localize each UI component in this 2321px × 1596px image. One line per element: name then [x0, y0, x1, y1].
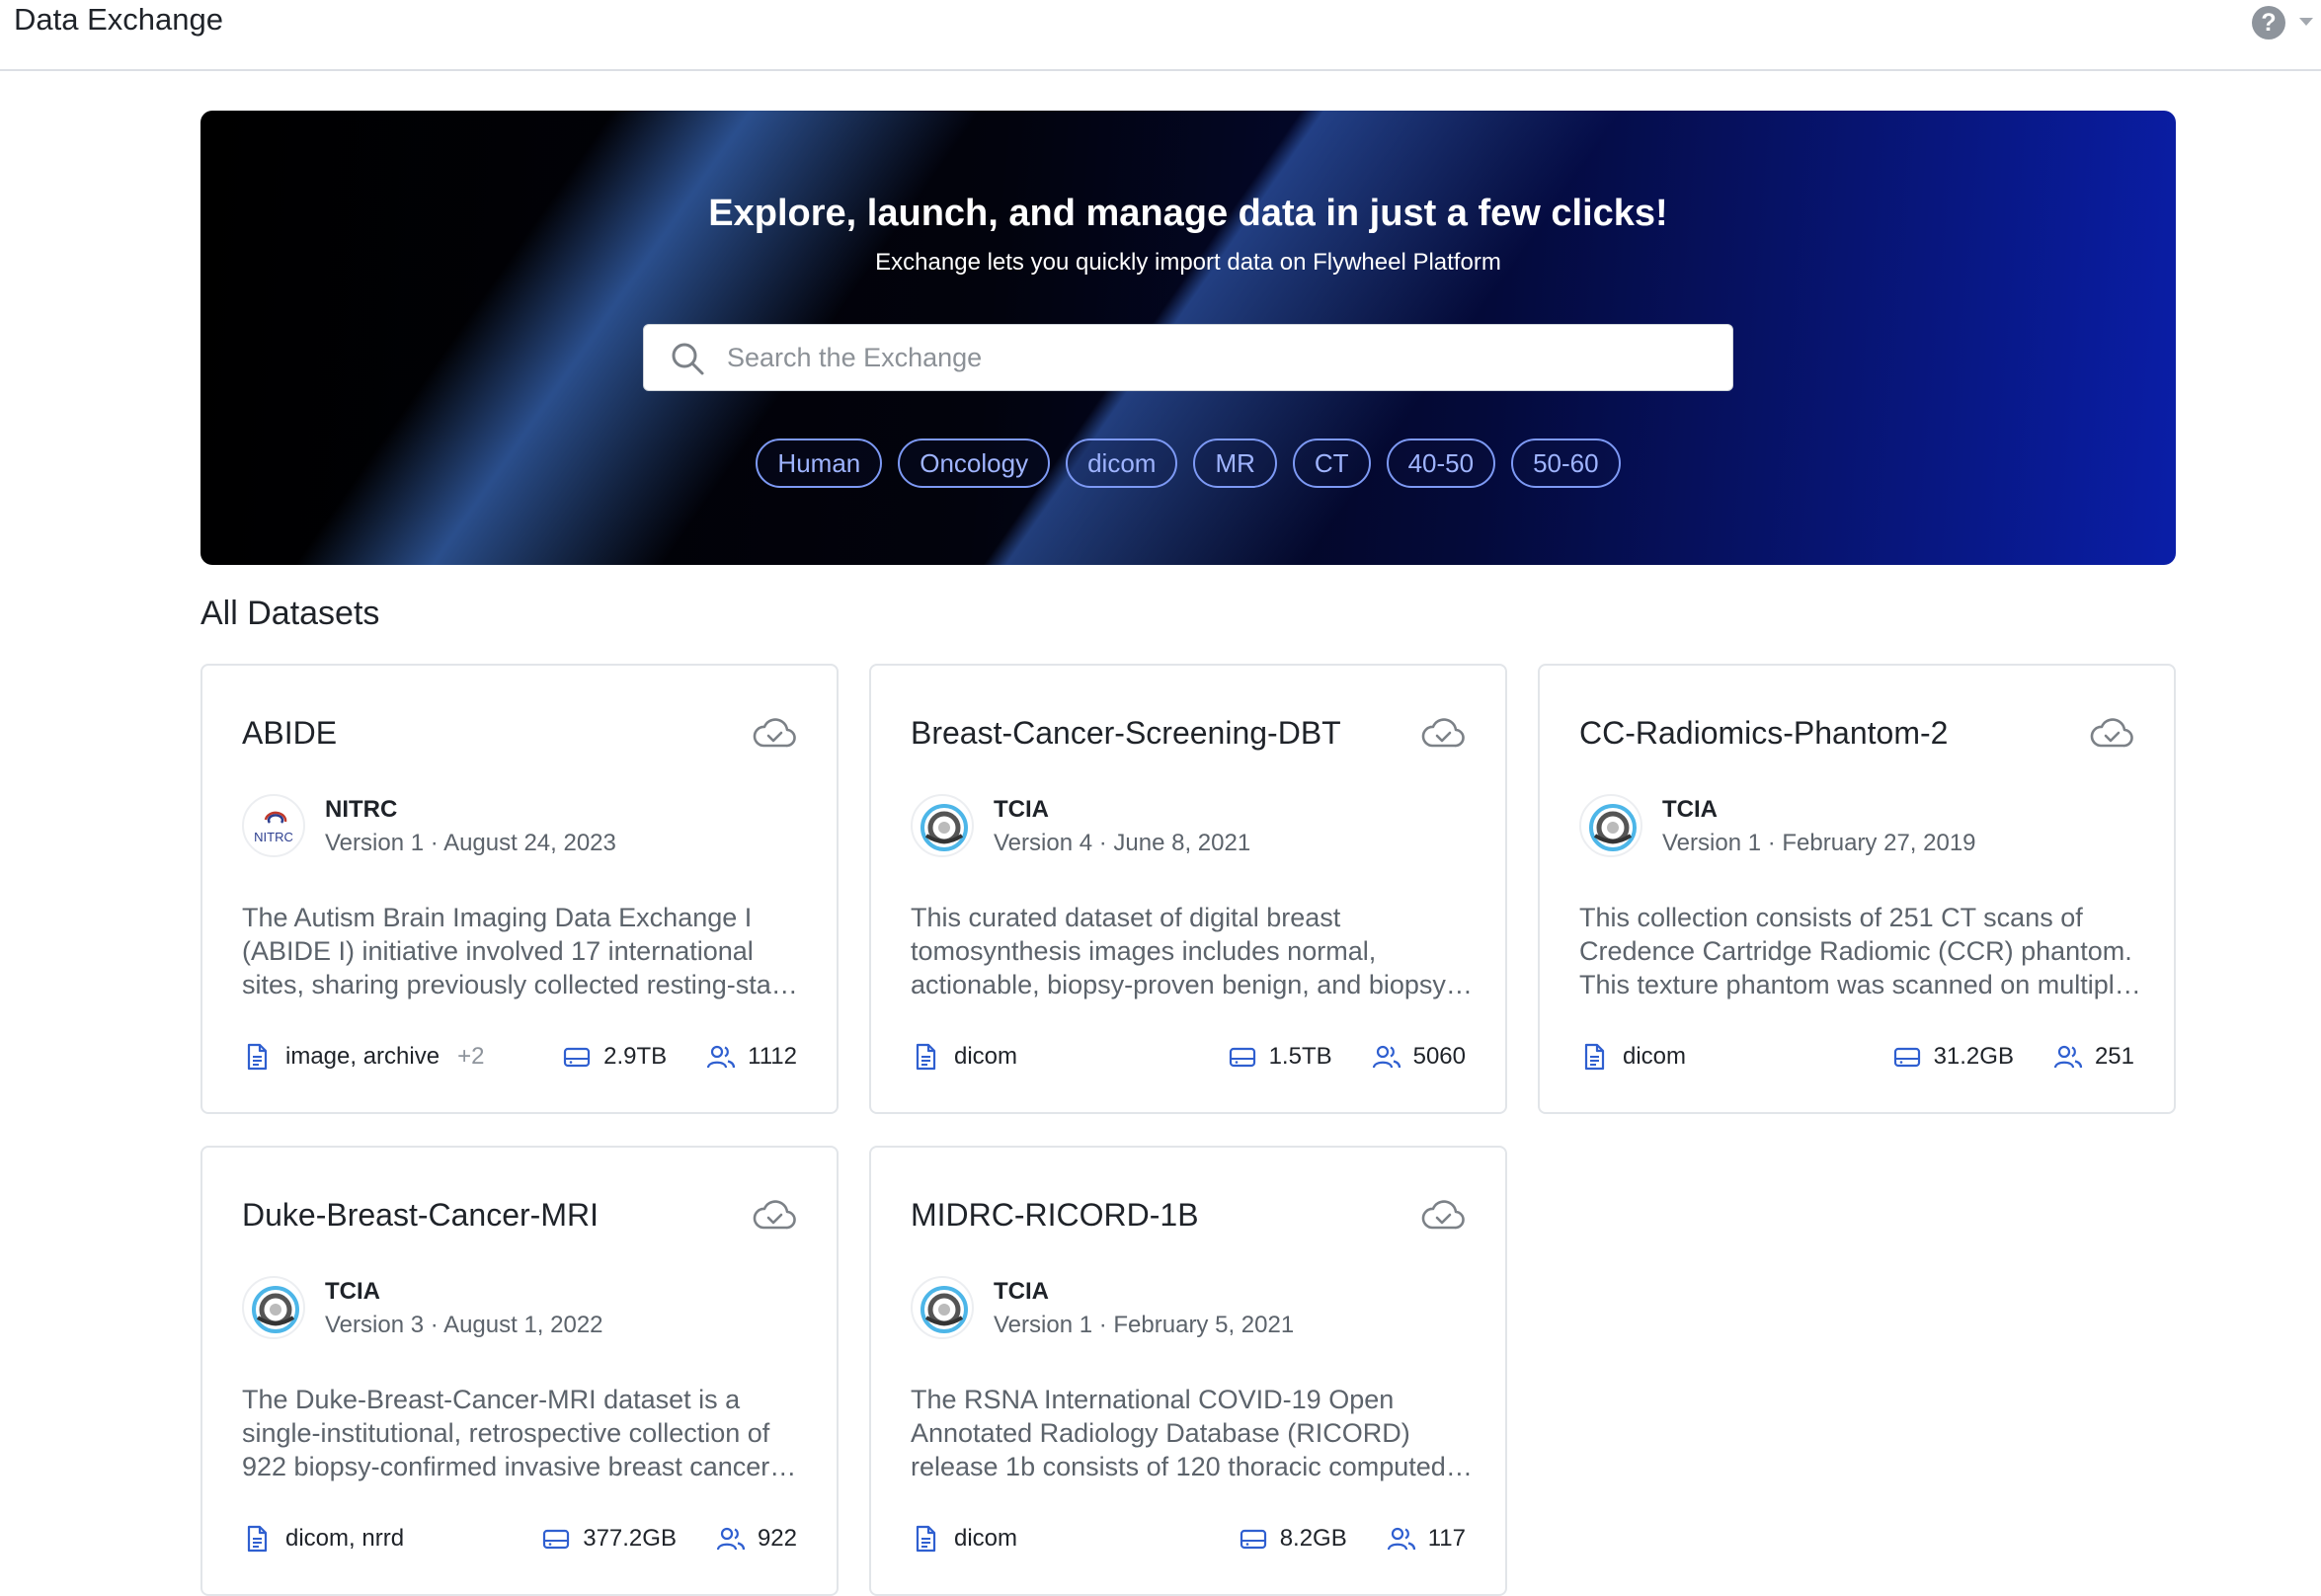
dataset-card[interactable]: Duke-Breast-Cancer-MRI TCIA Version 3 · … [200, 1146, 839, 1596]
source-name: TCIA [1662, 796, 1718, 823]
source-logo [911, 1276, 974, 1339]
dataset-title: MIDRC-RICORD-1B [911, 1197, 1199, 1233]
version-date: Version 1 · August 24, 2023 [325, 830, 616, 856]
subject-count: 922 [757, 1525, 797, 1552]
tag-dicom[interactable]: dicom [1066, 439, 1178, 488]
more-types: +2 [457, 1043, 485, 1070]
subject-count: 117 [1427, 1525, 1466, 1552]
dataset-footer: dicom 8.2GB 117 [911, 1521, 1466, 1556]
tag-list: Human Oncology dicom MR CT 40-50 50-60 [200, 439, 2176, 488]
version-date: Version 1 · February 27, 2019 [1662, 830, 1976, 856]
subject-count: 251 [2094, 1043, 2134, 1070]
search-box[interactable] [643, 324, 1733, 391]
tag-mr[interactable]: MR [1193, 439, 1277, 488]
tag-40-50[interactable]: 40-50 [1386, 439, 1496, 488]
source-logo: NITRC [242, 794, 305, 857]
cloud-check-icon[interactable] [2089, 715, 2134, 751]
users-icon [1387, 1527, 1415, 1551]
hero-title: Explore, launch, and manage data in just… [708, 193, 1668, 234]
tag-human[interactable]: Human [756, 439, 883, 488]
tag-50-60[interactable]: 50-60 [1511, 439, 1621, 488]
logo-text: NITRC [254, 830, 293, 844]
dataset-description: The Autism Brain Imaging Data Exchange I… [242, 903, 794, 999]
dataset-size: 31.2GB [1933, 1043, 2014, 1070]
dataset-card[interactable]: CC-Radiomics-Phantom-2 TCIA Version 1 · … [1538, 664, 2176, 1114]
source-logo [1579, 794, 1642, 857]
dataset-card[interactable]: Breast-Cancer-Screening-DBT TCIA Version… [869, 664, 1507, 1114]
dataset-footer: dicom 1.5TB 5060 [911, 1039, 1466, 1075]
tag-ct[interactable]: CT [1292, 439, 1371, 488]
users-icon [2053, 1045, 2083, 1069]
dataset-title: Duke-Breast-Cancer-MRI [242, 1197, 599, 1233]
cloud-check-icon[interactable] [1420, 715, 1466, 751]
version-date: Version 1 · February 5, 2021 [994, 1312, 1295, 1338]
dataset-title: ABIDE [242, 715, 338, 751]
search-input[interactable] [727, 335, 1695, 380]
source-logo [242, 1276, 305, 1339]
file-types: dicom [954, 1525, 1018, 1552]
file-types: dicom, nrrd [285, 1525, 405, 1552]
source-name: NITRC [325, 796, 398, 823]
version-date: Version 4 · June 8, 2021 [994, 830, 1251, 856]
source-name: TCIA [994, 1278, 1049, 1305]
dataset-size: 2.9TB [603, 1043, 668, 1070]
dataset-size: 377.2GB [583, 1525, 677, 1552]
hero-banner: Explore, launch, and manage data in just… [200, 111, 2176, 565]
storage-icon [1229, 1047, 1255, 1068]
storage-icon [543, 1529, 570, 1550]
file-icon [247, 1043, 268, 1071]
dataset-title: CC-Radiomics-Phantom-2 [1579, 715, 1949, 751]
version-date: Version 3 · August 1, 2022 [325, 1312, 603, 1338]
users-icon [1372, 1045, 1401, 1069]
storage-icon [1893, 1047, 1920, 1068]
subject-count: 1112 [748, 1043, 797, 1070]
dataset-title: Breast-Cancer-Screening-DBT [911, 715, 1341, 751]
file-icon [247, 1525, 268, 1553]
section-title: All Datasets [200, 595, 380, 632]
search-icon [672, 343, 704, 375]
top-bar: Data Exchange ? [0, 0, 2321, 71]
cloud-check-icon[interactable] [752, 715, 797, 751]
source-name: TCIA [325, 1278, 380, 1305]
file-icon [916, 1525, 936, 1553]
tag-oncology[interactable]: Oncology [898, 439, 1051, 488]
source-name: TCIA [994, 796, 1049, 823]
dataset-description: The RSNA International COVID-19 Open Ann… [911, 1385, 1446, 1481]
dataset-size: 1.5TB [1268, 1043, 1332, 1070]
users-icon [707, 1045, 736, 1069]
dataset-description: This collection consists of 251 CT scans… [1579, 903, 2132, 999]
hero-subtitle: Exchange lets you quickly import data on… [875, 249, 1501, 276]
cloud-check-icon[interactable] [752, 1197, 797, 1233]
file-types: image, archive [285, 1043, 440, 1070]
subject-count: 5060 [1412, 1043, 1466, 1070]
chevron-down-icon[interactable] [2299, 18, 2313, 26]
file-icon [916, 1043, 936, 1071]
app-title: Data Exchange [14, 2, 223, 37]
dataset-footer: dicom 31.2GB 251 [1579, 1039, 2134, 1075]
help-icon[interactable]: ? [2252, 6, 2285, 40]
users-icon [716, 1527, 746, 1551]
cloud-check-icon[interactable] [1420, 1197, 1466, 1233]
dataset-size: 8.2GB [1279, 1525, 1347, 1552]
storage-icon [1240, 1529, 1266, 1550]
storage-icon [564, 1047, 591, 1068]
dataset-card[interactable]: ABIDE NITRC NITRC Version 1 · August 24,… [200, 664, 839, 1114]
source-logo [911, 794, 974, 857]
dataset-description: The Duke-Breast-Cancer-MRI dataset is a … [242, 1385, 770, 1481]
dataset-footer: image, archive +2 2.9TB 1112 [242, 1039, 797, 1075]
dataset-card[interactable]: MIDRC-RICORD-1B TCIA Version 1 · Februar… [869, 1146, 1507, 1596]
file-icon [1584, 1043, 1605, 1071]
file-types: dicom [1623, 1043, 1687, 1070]
dataset-footer: dicom, nrrd 377.2GB 922 [242, 1521, 797, 1556]
dataset-description: This curated dataset of digital breast t… [911, 903, 1455, 999]
file-types: dicom [954, 1043, 1018, 1070]
